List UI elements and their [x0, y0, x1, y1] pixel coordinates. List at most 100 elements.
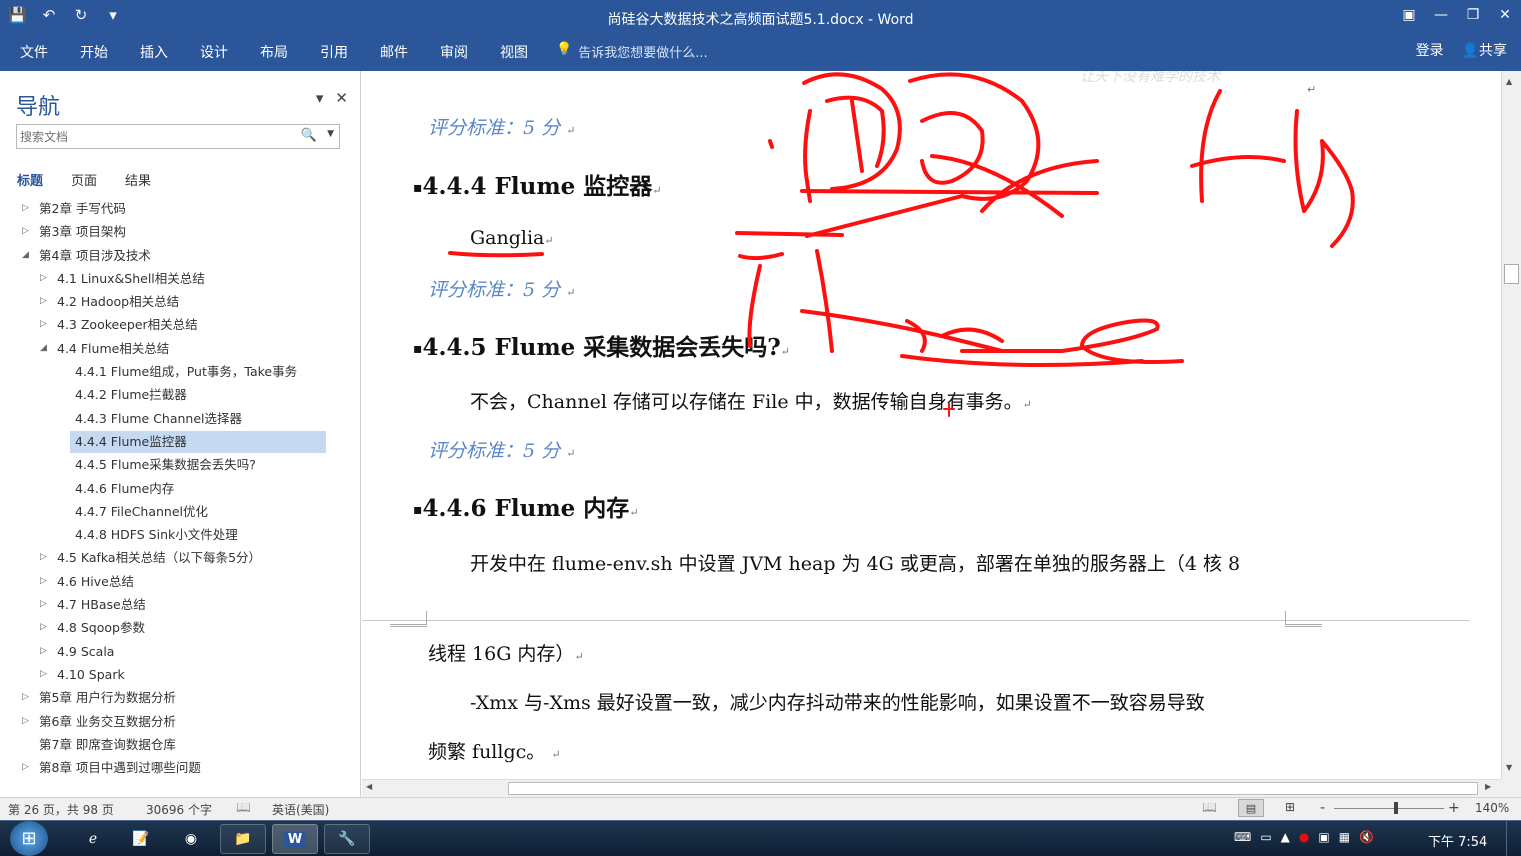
tab-headings[interactable]: 标题 [17, 170, 43, 189]
nav-heading-item[interactable]: ▷ 4.1 Linux&Shell相关总结 [0, 267, 360, 290]
keyboard-icon[interactable]: ⌨ [1234, 830, 1251, 844]
scroll-thumb[interactable] [1504, 264, 1519, 284]
nav-heading-item[interactable]: ◢ 第4章 项目涉及技术 [0, 244, 360, 267]
scroll-down-arrow-icon[interactable]: ▼ [1506, 763, 1512, 772]
tab-home[interactable]: 开始 [80, 42, 108, 62]
clock[interactable]: 下午 7:54 [1428, 831, 1487, 850]
zoom-level[interactable]: 140% [1475, 801, 1509, 815]
nav-heading-item[interactable]: ▷ 4.9 Scala [0, 640, 360, 663]
nav-heading-item[interactable]: 4.4.4 Flume监控器 [0, 430, 360, 453]
search-icon[interactable]: 🔍 [301, 128, 317, 143]
tool-icon[interactable]: 🔧 [324, 824, 370, 854]
horizontal-scrollbar[interactable]: ◀ ▶ [362, 779, 1501, 797]
tab-mailings[interactable]: 邮件 [380, 42, 408, 62]
chrome-icon[interactable]: ◉ [168, 824, 214, 854]
expand-arrow-icon[interactable]: ▷ [22, 710, 29, 733]
nav-heading-item[interactable]: ▷ 4.6 Hive总结 [0, 570, 360, 593]
nav-heading-item[interactable]: 4.4.1 Flume组成，Put事务，Take事务 [0, 360, 360, 383]
tray-expand-icon[interactable]: ▲ [1281, 830, 1290, 844]
nav-heading-item[interactable]: 4.4.3 Flume Channel选择器 [0, 407, 360, 430]
nav-heading-item[interactable]: ▷ 4.7 HBase总结 [0, 593, 360, 616]
expand-arrow-icon[interactable]: ▷ [40, 663, 47, 686]
share-button[interactable]: 👤共享 [1462, 40, 1507, 60]
expand-arrow-icon[interactable]: ▷ [40, 593, 47, 616]
nav-heading-item[interactable]: 4.4.7 FileChannel优化 [0, 500, 360, 523]
tab-design[interactable]: 设计 [200, 42, 228, 62]
expand-arrow-icon[interactable]: ▷ [40, 267, 47, 290]
explorer-icon[interactable]: 📁 [220, 824, 266, 854]
tab-references[interactable]: 引用 [320, 42, 348, 62]
nav-heading-item[interactable]: 4.4.6 Flume内存 [0, 477, 360, 500]
document-canvas[interactable]: 让天下没有难学的技术 ↵ 评分标准：5 分 ↵ ▪4.4.4 Flume 监控器… [362, 71, 1470, 779]
minimize-button[interactable]: — [1425, 0, 1457, 30]
nav-heading-item[interactable]: 第7章 即席查询数据仓库 [0, 733, 360, 756]
expand-arrow-icon[interactable]: ▷ [22, 197, 29, 220]
nav-heading-item[interactable]: ▷ 第8章 项目中遇到过哪些问题 [0, 756, 360, 779]
print-layout-icon[interactable]: ▤ [1238, 799, 1264, 817]
notes-icon[interactable]: 📝 [118, 824, 164, 854]
nav-heading-item[interactable]: ▷ 4.5 Kafka相关总结（以下每条5分） [0, 546, 360, 569]
tab-file[interactable]: 文件 [20, 42, 48, 62]
network-icon[interactable]: ▭ [1260, 830, 1271, 844]
zoom-slider[interactable] [1334, 802, 1444, 814]
page-count[interactable]: 第 26 页，共 98 页 [8, 801, 114, 818]
scroll-left-arrow-icon[interactable]: ◀ [366, 782, 372, 791]
scroll-right-arrow-icon[interactable]: ▶ [1485, 782, 1491, 791]
nav-heading-item[interactable]: ▷ 4.8 Sqoop参数 [0, 616, 360, 639]
nav-heading-item[interactable]: ▷ 4.3 Zookeeper相关总结 [0, 313, 360, 336]
nav-heading-item[interactable]: ▷ 第6章 业务交互数据分析 [0, 710, 360, 733]
nav-options-icon[interactable]: ▾ [316, 89, 324, 107]
start-button[interactable]: ⊞ [10, 821, 48, 856]
collapse-arrow-icon[interactable]: ◢ [22, 244, 29, 267]
tab-pages[interactable]: 页面 [71, 170, 97, 189]
expand-arrow-icon[interactable]: ▷ [40, 640, 47, 663]
nav-heading-item[interactable]: 4.4.2 Flume拦截器 [0, 383, 360, 406]
app-tray-icon-1[interactable]: ▣ [1318, 830, 1329, 844]
tell-me-box[interactable]: 💡 告诉我您想要做什么... [556, 42, 708, 61]
web-layout-icon[interactable]: ⊞ [1285, 800, 1295, 814]
search-input[interactable] [17, 125, 287, 148]
collapse-arrow-icon[interactable]: ◢ [40, 337, 47, 360]
read-mode-icon[interactable]: 📖 [1202, 800, 1217, 814]
zoom-slider-thumb[interactable] [1393, 802, 1398, 814]
login-link[interactable]: 登录 [1416, 40, 1444, 60]
expand-arrow-icon[interactable]: ▷ [22, 686, 29, 709]
nav-heading-item[interactable]: ▷ 第5章 用户行为数据分析 [0, 686, 360, 709]
tab-review[interactable]: 审阅 [440, 42, 468, 62]
ribbon-display-options-button[interactable]: ▣ [1393, 0, 1425, 30]
zoom-in-button[interactable]: + [1448, 800, 1460, 816]
tab-view[interactable]: 视图 [500, 42, 528, 62]
vertical-scrollbar[interactable]: ▲ ▼ [1501, 71, 1521, 779]
expand-arrow-icon[interactable]: ▷ [40, 290, 47, 313]
word-count[interactable]: 30696 个字 [146, 801, 212, 818]
record-icon[interactable]: ● [1299, 830, 1309, 844]
tab-results[interactable]: 结果 [125, 170, 151, 189]
app-tray-icon-2[interactable]: ▦ [1339, 830, 1350, 844]
zoom-out-button[interactable]: - [1320, 800, 1325, 816]
volume-icon[interactable]: 🔇 [1359, 830, 1374, 844]
nav-close-icon[interactable]: ✕ [335, 89, 348, 107]
expand-arrow-icon[interactable]: ▷ [40, 616, 47, 639]
ie-icon[interactable]: ℯ [70, 824, 116, 854]
close-button[interactable]: ✕ [1489, 0, 1521, 30]
nav-heading-item[interactable]: 4.4.8 HDFS Sink小文件处理 [0, 523, 360, 546]
nav-heading-item[interactable]: ▷ 4.2 Hadoop相关总结 [0, 290, 360, 313]
nav-heading-item[interactable]: ▷ 4.10 Spark [0, 663, 360, 686]
restore-button[interactable]: ❐ [1457, 0, 1489, 30]
nav-heading-item[interactable]: ▷ 第3章 项目架构 [0, 220, 360, 243]
proofing-icon[interactable]: 📖 [236, 800, 251, 814]
nav-heading-item[interactable]: 4.4.5 Flume采集数据会丢失吗? [0, 453, 360, 476]
tab-insert[interactable]: 插入 [140, 42, 168, 62]
nav-heading-item[interactable]: ◢ 4.4 Flume相关总结 [0, 337, 360, 360]
language-indicator[interactable]: 英语(美国) [272, 801, 329, 818]
h-scroll-thumb[interactable] [508, 782, 1478, 795]
tab-layout[interactable]: 布局 [260, 42, 288, 62]
expand-arrow-icon[interactable]: ▷ [40, 570, 47, 593]
nav-heading-item[interactable]: ▷ 第2章 手写代码 [0, 197, 360, 220]
expand-arrow-icon[interactable]: ▷ [40, 313, 47, 336]
expand-arrow-icon[interactable]: ▷ [40, 546, 47, 569]
expand-arrow-icon[interactable]: ▷ [22, 220, 29, 243]
show-desktop-button[interactable] [1506, 821, 1521, 856]
expand-arrow-icon[interactable]: ▷ [22, 756, 29, 779]
search-dropdown-icon[interactable]: ▼ [327, 129, 334, 139]
